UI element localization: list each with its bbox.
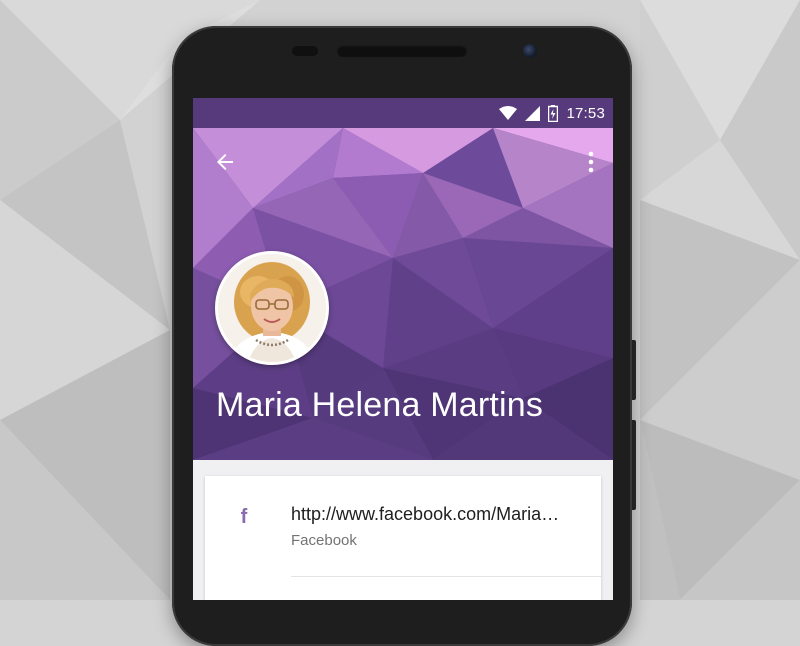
phone-screen: 17:53 Maria Helena Martins f http://www.… — [193, 98, 613, 600]
contact-details-card: f http://www.facebook.com/Maria… Faceboo… — [205, 476, 601, 600]
arrow-back-icon — [217, 154, 233, 170]
facebook-url: http://www.facebook.com/Maria… — [291, 504, 560, 524]
more-vert-icon — [588, 151, 594, 173]
earpiece-speaker — [337, 45, 467, 57]
power-button — [632, 340, 636, 400]
profile-photo — [218, 254, 326, 362]
overflow-menu-button[interactable] — [579, 144, 603, 180]
contact-name: Maria Helena Martins — [216, 386, 544, 424]
divider — [291, 576, 601, 577]
status-time: 17:53 — [566, 104, 605, 122]
profile-header: 17:53 Maria Helena Martins — [193, 98, 613, 460]
detail-row-facebook[interactable]: f http://www.facebook.com/Maria… Faceboo… — [205, 476, 601, 576]
volume-button — [632, 420, 636, 510]
facebook-label: Facebook — [291, 532, 357, 549]
front-camera — [523, 44, 537, 58]
avatar[interactable] — [215, 251, 329, 365]
status-bar: 17:53 — [193, 98, 613, 128]
toolbar — [193, 128, 613, 194]
detail-row-text: http://www.facebook.com/Maria… Facebook — [291, 504, 591, 549]
proximity-sensor — [292, 46, 318, 56]
wifi-icon — [499, 105, 518, 120]
battery-charging-icon — [548, 104, 559, 122]
facebook-icon: f — [240, 506, 248, 528]
back-button[interactable] — [207, 144, 243, 180]
cell-signal-icon — [525, 105, 541, 121]
